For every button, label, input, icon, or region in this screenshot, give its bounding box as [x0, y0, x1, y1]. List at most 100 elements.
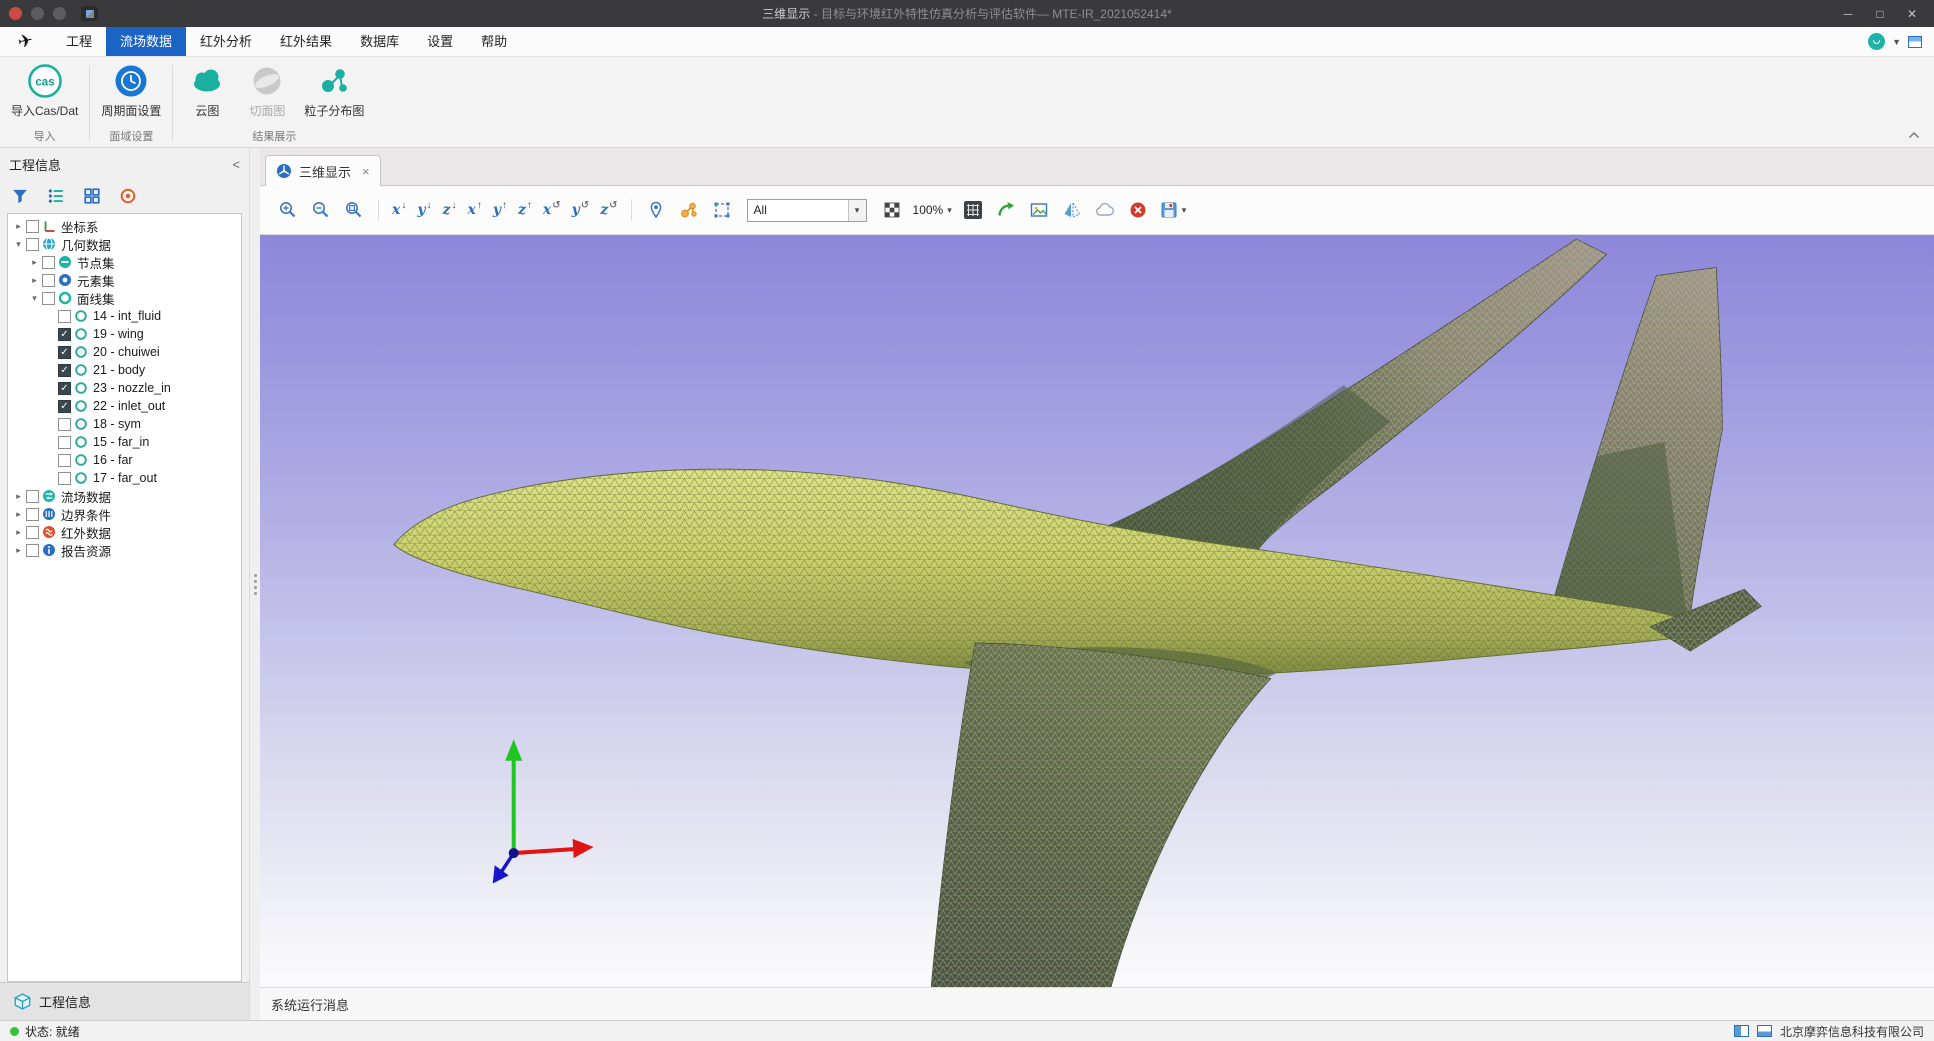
close-button[interactable]: ✕ — [1898, 2, 1926, 25]
tree-checkbox[interactable] — [42, 292, 55, 305]
tree-row[interactable]: 15 - far_in — [8, 433, 241, 451]
list-view-icon[interactable] — [47, 187, 65, 205]
tree-row[interactable]: ▸节点集 — [8, 253, 241, 271]
tree-row[interactable]: 14 - int_fluid — [8, 307, 241, 325]
menu-tab-3[interactable]: 红外结果 — [266, 27, 346, 56]
view-y-minus-button[interactable]: y↓ — [416, 200, 432, 220]
tree-row[interactable]: ▸流场数据 — [8, 487, 241, 505]
menu-tab-5[interactable]: 设置 — [413, 27, 467, 56]
particle-trace-icon[interactable] — [677, 198, 701, 222]
texture-checker-icon[interactable] — [880, 198, 904, 222]
view-x-plus-button[interactable]: x↑ — [466, 200, 482, 220]
tree-row[interactable]: ✓21 - body — [8, 361, 241, 379]
panel-layout-left-icon[interactable] — [1734, 1025, 1749, 1037]
tree-row[interactable]: ✓22 - inlet_out — [8, 397, 241, 415]
import-cas-dat-button[interactable]: cas 导入Cas/Dat — [6, 61, 83, 121]
tree-checkbox[interactable]: ✓ — [58, 346, 71, 359]
help-assistant-icon[interactable] — [1868, 33, 1885, 50]
view-z-plus-button[interactable]: z↑ — [517, 200, 533, 220]
tree-checkbox[interactable]: ✓ — [58, 328, 71, 341]
cloud-map-button[interactable]: 云图 — [179, 61, 235, 121]
maximize-button[interactable]: □ — [1866, 2, 1894, 25]
target-locate-icon[interactable] — [119, 187, 137, 205]
tree-row[interactable]: 18 - sym — [8, 415, 241, 433]
system-message-bar[interactable]: 系统运行消息 — [260, 987, 1934, 1020]
view-z-minus-button[interactable]: z↓ — [442, 200, 458, 220]
panel-collapse-button[interactable]: < — [232, 157, 240, 172]
tree-checkbox[interactable] — [58, 418, 71, 431]
expander-open-icon[interactable]: ▾ — [28, 293, 41, 304]
tree-checkbox[interactable] — [58, 310, 71, 323]
grid-view-icon[interactable] — [83, 187, 101, 205]
tree-checkbox[interactable] — [26, 544, 39, 557]
mirror-icon[interactable] — [1060, 198, 1084, 222]
rotate-y-button[interactable]: y↺ — [571, 200, 591, 220]
tree-checkbox[interactable] — [26, 508, 39, 521]
tree-row[interactable]: ✓19 - wing — [8, 325, 241, 343]
close-circle-icon[interactable] — [9, 7, 22, 20]
tab-close-icon[interactable]: × — [362, 164, 370, 179]
tree-checkbox[interactable] — [58, 472, 71, 485]
viewport-3d[interactable] — [260, 235, 1934, 987]
tree-checkbox[interactable] — [42, 256, 55, 269]
period-face-settings-button[interactable]: 周期面设置 — [96, 61, 166, 121]
panel-layout-bottom-icon[interactable] — [1757, 1025, 1772, 1037]
expander-closed-icon[interactable]: ▸ — [12, 491, 25, 502]
display-filter-select[interactable]: All▾ — [747, 199, 867, 222]
tree-checkbox[interactable] — [42, 274, 55, 287]
window-circle-icon[interactable] — [53, 7, 66, 20]
menu-tab-2[interactable]: 红外分析 — [186, 27, 266, 56]
filter-icon[interactable] — [11, 187, 29, 205]
menu-tab-1[interactable]: 流场数据 — [106, 27, 186, 56]
tree-checkbox[interactable]: ✓ — [58, 364, 71, 377]
view-x-minus-button[interactable]: x↓ — [391, 200, 407, 220]
expander-closed-icon[interactable]: ▸ — [28, 275, 41, 286]
zoom-out-icon[interactable] — [309, 198, 333, 222]
layout-toggle-icon[interactable] — [1908, 36, 1922, 48]
panel-splitter[interactable] — [250, 148, 260, 1020]
chevron-down-icon[interactable]: ▼ — [1892, 37, 1901, 47]
expander-closed-icon[interactable]: ▸ — [12, 527, 25, 538]
tree-checkbox[interactable] — [26, 220, 39, 233]
probe-pin-icon[interactable] — [644, 198, 668, 222]
tree-row[interactable]: 16 - far — [8, 451, 241, 469]
tree-row[interactable]: ▸元素集 — [8, 271, 241, 289]
tree-row[interactable]: ▾面线集 — [8, 289, 241, 307]
tree-checkbox[interactable] — [26, 526, 39, 539]
tree-row[interactable]: ✓20 - chuiwei — [8, 343, 241, 361]
combo-dropdown-icon[interactable]: ▾ — [848, 200, 866, 221]
tree-row[interactable]: ▸报告资源 — [8, 541, 241, 559]
menu-tab-6[interactable]: 帮助 — [467, 27, 521, 56]
expander-closed-icon[interactable]: ▸ — [12, 545, 25, 556]
tree-checkbox[interactable] — [26, 490, 39, 503]
expander-closed-icon[interactable]: ▸ — [28, 257, 41, 268]
project-info-bottom-bar[interactable]: 工程信息 — [0, 982, 249, 1020]
view-y-plus-button[interactable]: y↑ — [492, 200, 508, 220]
tree-checkbox[interactable]: ✓ — [58, 400, 71, 413]
expander-closed-icon[interactable]: ▸ — [12, 221, 25, 232]
tree-row[interactable]: ✓23 - nozzle_in — [8, 379, 241, 397]
zoom-level-select[interactable]: 100%▾ — [913, 203, 952, 217]
zoom-in-icon[interactable] — [276, 198, 300, 222]
tree-checkbox[interactable] — [58, 436, 71, 449]
tree-row[interactable]: 17 - far_out — [8, 469, 241, 487]
ribbon-collapse-button[interactable] — [1906, 128, 1922, 142]
zoom-fit-icon[interactable] — [342, 198, 366, 222]
window-circle-icon[interactable] — [31, 7, 44, 20]
tree-row[interactable]: ▸红外数据 — [8, 523, 241, 541]
tree-checkbox[interactable] — [58, 454, 71, 467]
minimize-button[interactable]: ─ — [1834, 2, 1862, 25]
rotate-x-button[interactable]: x↺ — [542, 200, 562, 220]
particle-distribution-button[interactable]: 粒子分布图 — [299, 61, 369, 121]
menu-tab-4[interactable]: 数据库 — [346, 27, 413, 56]
snapshot-icon[interactable] — [1027, 198, 1051, 222]
grid-toggle-button[interactable] — [961, 198, 985, 222]
rotate-z-button[interactable]: z↺ — [599, 200, 618, 220]
expander-closed-icon[interactable]: ▸ — [12, 509, 25, 520]
tree-checkbox[interactable] — [26, 238, 39, 251]
tree-checkbox[interactable]: ✓ — [58, 382, 71, 395]
box-select-icon[interactable] — [710, 198, 734, 222]
tree-row[interactable]: ▾几何数据 — [8, 235, 241, 253]
save-view-button[interactable]: ▾ — [1159, 200, 1187, 220]
tree-row[interactable]: ▸坐标系 — [8, 217, 241, 235]
